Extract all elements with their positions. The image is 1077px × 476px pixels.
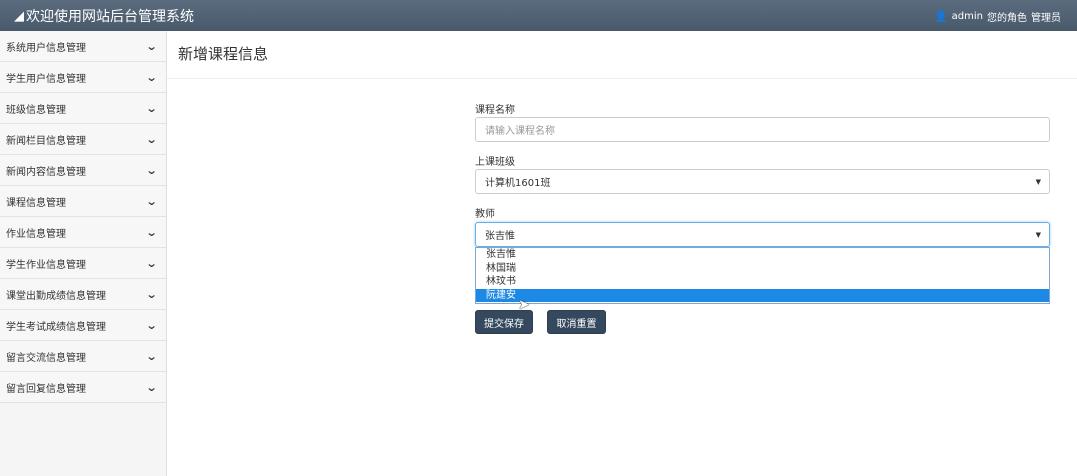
user-name[interactable]: admin [952,11,983,22]
sidebar-item-label: 课堂出勤成绩信息管理 [6,290,106,302]
chevron-down-icon: ⌄ [145,101,158,115]
app-title: 欢迎使用网站后台管理系统 [26,9,194,25]
sidebar-item-label: 系统用户信息管理 [6,42,86,54]
sidebar-item-label: 作业信息管理 [6,228,66,240]
top-header: ◢ 欢迎使用网站后台管理系统 👤 admin 您的角色 管理员 [0,0,1077,31]
sidebar-item-label: 新闻内容信息管理 [6,166,86,178]
page-title: 新增课程信息 [178,45,269,63]
role-label: 您的角色 [987,13,1027,24]
sidebar-item-news-columns[interactable]: 新闻栏目信息管理 ⌄ [0,124,166,155]
dropdown-option[interactable]: 林玟书 [476,275,1049,289]
divider [167,78,1077,79]
sidebar-item-message-replies[interactable]: 留言回复信息管理 ⌄ [0,372,166,403]
dropdown-option[interactable]: 林国瑞 [476,262,1049,276]
sidebar-item-label: 留言交流信息管理 [6,352,86,364]
sidebar-item-courses[interactable]: 课程信息管理 ⌄ [0,186,166,217]
dropdown-option[interactable]: 张吉惟 [476,248,1049,262]
chevron-down-icon: ⌄ [145,132,158,146]
caret-down-icon: ▼ [1035,178,1041,186]
teacher-select[interactable]: 张吉惟 ▼ [475,222,1050,247]
course-name-input[interactable]: 请输入课程名称 [475,117,1050,142]
teacher-dropdown-list: 张吉惟 林国瑞 林玟书 阮建安 [475,247,1050,304]
sidebar-item-attendance[interactable]: 课堂出勤成绩信息管理 ⌄ [0,279,166,310]
user-icon: 👤 [933,10,948,23]
sidebar-item-student-users[interactable]: 学生用户信息管理 ⌄ [0,62,166,93]
chevron-down-icon: ⌄ [145,256,158,270]
teacher-label: 教师 [475,209,495,220]
user-info: 👤 admin 您的角色 管理员 [934,9,1061,24]
sidebar-item-exam-scores[interactable]: 学生考试成绩信息管理 ⌄ [0,310,166,341]
reset-button[interactable]: 取消重置 [547,310,606,334]
sidebar-item-label: 学生考试成绩信息管理 [6,321,106,333]
chevron-down-icon: ⌄ [145,225,158,239]
sidebar-item-label: 班级信息管理 [6,104,66,116]
chevron-down-icon: ⌄ [145,318,158,332]
chevron-down-icon: ⌄ [145,163,158,177]
dropdown-option-highlighted[interactable]: 阮建安 [476,288,1049,302]
submit-button[interactable]: 提交保存 [475,310,533,334]
sidebar-item-label: 课程信息管理 [6,197,66,209]
role-value: 管理员 [1031,13,1061,24]
sidebar-item-messages[interactable]: 留言交流信息管理 ⌄ [0,341,166,372]
sidebar-item-classes[interactable]: 班级信息管理 ⌄ [0,93,166,124]
sidebar-item-system-users[interactable]: 系统用户信息管理 ⌄ [0,31,166,62]
chevron-down-icon: ⌄ [145,194,158,208]
main-content: 新增课程信息 课程名称 请输入课程名称 上课班级 计算机1601班 ▼ 教师 张… [167,31,1077,476]
sidebar-item-label: 学生作业信息管理 [6,259,86,271]
sidebar-item-label: 新闻栏目信息管理 [6,135,86,147]
class-select[interactable]: 计算机1601班 ▼ [475,169,1050,194]
chevron-down-icon: ⌄ [145,39,158,53]
chevron-down-icon: ⌄ [145,349,158,363]
sidebar-item-label: 留言回复信息管理 [6,383,86,395]
sidebar-item-label: 学生用户信息管理 [6,73,86,85]
brand: ◢ 欢迎使用网站后台管理系统 [14,6,194,26]
chevron-down-icon: ⌄ [145,287,158,301]
class-label: 上课班级 [475,157,515,168]
sidebar-item-news-content[interactable]: 新闻内容信息管理 ⌄ [0,155,166,186]
course-name-label: 课程名称 [475,105,515,116]
sidebar-item-homework[interactable]: 作业信息管理 ⌄ [0,217,166,248]
sidebar-item-student-homework[interactable]: 学生作业信息管理 ⌄ [0,248,166,279]
caret-down-icon: ▼ [1035,231,1041,239]
sidebar: 系统用户信息管理 ⌄ 学生用户信息管理 ⌄ 班级信息管理 ⌄ 新闻栏目信息管理 ⌄ 新闻… [0,31,167,476]
teacher-select-value: 张吉惟 [485,231,515,242]
chevron-down-icon: ⌄ [145,380,158,394]
class-select-value: 计算机1601班 [485,178,551,189]
send-icon: ◢ [14,8,24,24]
chevron-down-icon: ⌄ [145,70,158,84]
